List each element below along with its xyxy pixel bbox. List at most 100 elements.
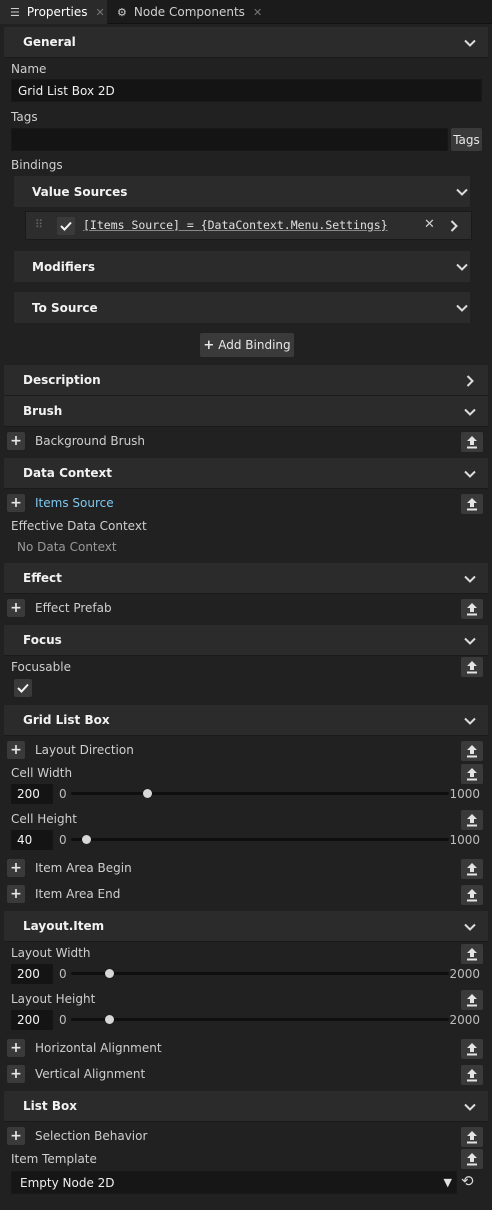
subsection-title: Value Sources: [32, 184, 128, 199]
upload-icon[interactable]: [461, 657, 483, 677]
drag-handle-icon[interactable]: ⠿: [35, 218, 43, 231]
revert-icon[interactable]: ⟲: [461, 1172, 474, 1190]
section-data-context-header[interactable]: Data Context: [4, 458, 488, 489]
tab-node-components[interactable]: ⚙ Node Components ✕: [107, 0, 267, 24]
chevron-down-icon: [456, 176, 468, 207]
upload-icon[interactable]: [461, 859, 483, 879]
upload-icon[interactable]: [461, 1065, 483, 1085]
section-effect-header[interactable]: Effect: [4, 563, 488, 594]
slider-thumb[interactable]: [104, 1015, 114, 1024]
binding-row: ⠿ [Items Source] = {DataContext.Menu.Set…: [25, 211, 472, 240]
effective-data-context-label: Effective Data Context: [11, 519, 147, 533]
chevron-down-icon: [464, 911, 476, 942]
tab-bar: ☰ Properties ✕ ⚙ Node Components ✕: [0, 0, 492, 24]
items-source-label[interactable]: Items Source: [35, 496, 114, 510]
tags-label: Tags: [11, 110, 38, 124]
add-vertical-alignment-button[interactable]: +: [7, 1065, 25, 1083]
remove-binding-icon[interactable]: ✕: [424, 217, 435, 232]
binding-expression[interactable]: [Items Source] = {DataContext.Menu.Setti…: [83, 218, 388, 232]
item-template-select[interactable]: Empty Node 2D ▼: [11, 1171, 457, 1194]
add-item-area-end-button[interactable]: +: [7, 885, 25, 903]
upload-icon[interactable]: [461, 741, 483, 761]
section-grid-list-box-header[interactable]: Grid List Box: [4, 705, 488, 736]
cell-height-label: Cell Height: [11, 812, 77, 826]
upload-icon[interactable]: [461, 432, 483, 452]
cell-height-max: 1000: [449, 833, 480, 847]
slider-thumb[interactable]: [104, 969, 114, 978]
tags-button[interactable]: Tags: [451, 128, 482, 151]
close-icon[interactable]: ✕: [96, 6, 105, 19]
list-icon: ☰: [10, 5, 20, 19]
chevron-right-icon: [466, 365, 474, 396]
add-item-area-begin-button[interactable]: +: [7, 859, 25, 877]
section-title: General: [23, 35, 76, 49]
layout-width-min: 0: [59, 967, 67, 981]
vertical-alignment-label: Vertical Alignment: [35, 1067, 146, 1081]
item-template-label: Item Template: [11, 1152, 97, 1166]
cell-height-slider[interactable]: [71, 835, 449, 844]
tags-field[interactable]: [11, 128, 448, 151]
add-horizontal-alignment-button[interactable]: +: [7, 1039, 25, 1057]
upload-icon[interactable]: [461, 1127, 483, 1147]
layout-height-slider[interactable]: [71, 1015, 449, 1024]
add-selection-behavior-button[interactable]: +: [7, 1127, 25, 1145]
item-area-end-label: Item Area End: [35, 887, 121, 901]
subsection-title: To Source: [32, 300, 98, 315]
upload-icon[interactable]: [461, 1149, 483, 1169]
name-label: Name: [11, 62, 47, 76]
upload-icon[interactable]: [461, 599, 483, 619]
item-template-value: Empty Node 2D: [20, 1175, 115, 1190]
tab-properties[interactable]: ☰ Properties ✕: [0, 0, 107, 24]
section-focus-header[interactable]: Focus: [4, 625, 488, 656]
name-field[interactable]: Grid List Box 2D: [11, 79, 482, 102]
upload-icon[interactable]: [461, 810, 483, 830]
add-binding-button[interactable]: + Add Binding: [200, 333, 294, 357]
layout-width-slider[interactable]: [71, 969, 449, 978]
chevron-down-icon: [464, 563, 476, 594]
upload-icon[interactable]: [461, 885, 483, 905]
to-source-header[interactable]: To Source: [14, 292, 470, 323]
chevron-down-icon: [456, 251, 468, 282]
layout-height-label: Layout Height: [11, 992, 96, 1006]
cell-height-input[interactable]: 40: [11, 830, 53, 850]
cell-width-slider[interactable]: [71, 789, 449, 798]
effective-data-context-value: No Data Context: [17, 540, 117, 554]
cell-height-min: 0: [59, 833, 67, 847]
focusable-checkbox[interactable]: [14, 679, 32, 697]
chevron-down-icon: [464, 458, 476, 489]
add-items-source-button[interactable]: +: [7, 494, 25, 512]
modifiers-header[interactable]: Modifiers: [14, 251, 470, 282]
chevron-right-icon[interactable]: [450, 220, 458, 235]
add-background-brush-button[interactable]: +: [7, 432, 25, 450]
close-icon[interactable]: ✕: [253, 6, 262, 19]
layout-width-input[interactable]: 200: [11, 964, 53, 984]
add-binding-label: Add Binding: [218, 338, 291, 352]
cell-width-label: Cell Width: [11, 766, 73, 780]
upload-icon[interactable]: [461, 494, 483, 514]
slider-thumb[interactable]: [82, 835, 92, 844]
effect-prefab-label: Effect Prefab: [35, 601, 112, 615]
cell-width-max: 1000: [449, 787, 480, 801]
layout-height-input[interactable]: 200: [11, 1010, 53, 1030]
section-description-header[interactable]: Description: [4, 365, 488, 396]
layout-width-max: 2000: [449, 967, 480, 981]
add-layout-direction-button[interactable]: +: [7, 741, 25, 759]
upload-icon[interactable]: [461, 764, 483, 784]
slider-thumb[interactable]: [142, 789, 152, 798]
chevron-down-icon: [464, 27, 476, 58]
section-layout-item-header[interactable]: Layout.Item: [4, 911, 488, 942]
layout-width-label: Layout Width: [11, 946, 91, 960]
binding-enabled-checkbox[interactable]: [57, 217, 75, 235]
section-general-header[interactable]: General: [4, 27, 488, 58]
cell-width-input[interactable]: 200: [11, 784, 53, 804]
section-list-box-header[interactable]: List Box: [4, 1091, 488, 1122]
layout-height-max: 2000: [449, 1013, 480, 1027]
section-title: List Box: [23, 1099, 77, 1113]
upload-icon[interactable]: [461, 990, 483, 1010]
upload-icon[interactable]: [461, 944, 483, 964]
section-brush-header[interactable]: Brush: [4, 396, 488, 427]
upload-icon[interactable]: [461, 1039, 483, 1059]
add-effect-prefab-button[interactable]: +: [7, 599, 25, 617]
chevron-down-icon: [464, 625, 476, 656]
value-sources-header[interactable]: Value Sources: [14, 176, 470, 207]
